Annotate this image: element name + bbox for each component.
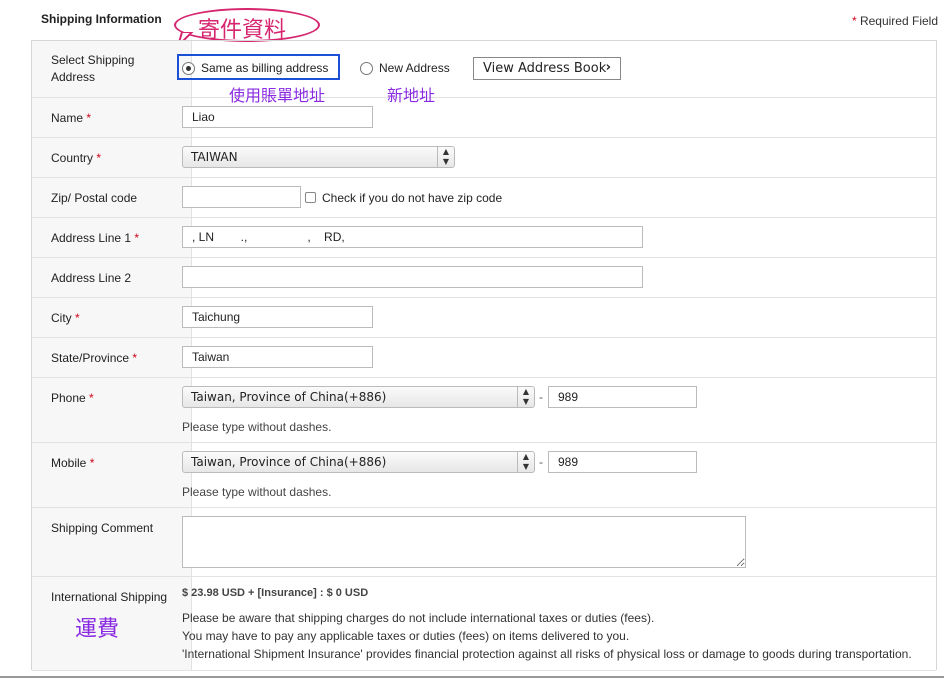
row-name: Name *: [32, 98, 936, 138]
label-phone: Phone: [51, 391, 86, 405]
no-zip-checkbox[interactable]: [305, 192, 316, 203]
required-field-label: Required Field: [859, 14, 938, 28]
select-arrows-icon: ▲ ▼: [437, 147, 454, 167]
radio-dot: [186, 66, 191, 71]
no-zip-label[interactable]: Check if you do not have zip code: [322, 191, 502, 205]
required-star: *: [75, 311, 80, 325]
address-line2-input[interactable]: [182, 266, 643, 288]
name-input[interactable]: [182, 106, 373, 128]
mobile-input[interactable]: [548, 451, 697, 473]
mobile-country-code-value: Taiwan, Province of China(+886): [191, 455, 387, 469]
phone-dash: -: [539, 390, 543, 404]
section-title: Shipping Information: [41, 12, 162, 26]
row-intl-shipping: International Shipping 運費 $ 23.98 USD + …: [32, 577, 936, 671]
new-address-label[interactable]: New Address: [379, 61, 450, 75]
required-star: *: [96, 151, 102, 165]
label-address1: Address Line 1: [51, 231, 132, 245]
required-star: *: [89, 456, 95, 470]
view-address-book-button[interactable]: View Address Book ›: [473, 57, 621, 80]
required-star: *: [86, 111, 92, 125]
label-comment: Shipping Comment: [51, 521, 154, 535]
label-mobile: Mobile: [51, 456, 87, 470]
row-mobile: Mobile * Taiwan, Province of China(+886)…: [32, 443, 936, 508]
required-star: *: [851, 14, 857, 28]
shipping-comment-textarea[interactable]: [182, 516, 746, 568]
phone-country-code-value: Taiwan, Province of China(+886): [191, 390, 387, 404]
mobile-dash: -: [539, 455, 543, 469]
shipping-form: Select Shipping Address Same as billing …: [31, 40, 937, 671]
row-city: City *: [32, 298, 936, 338]
chevron-right-icon: ›: [605, 60, 611, 75]
same-as-billing-label[interactable]: Same as billing address: [201, 61, 328, 75]
required-field-note: * Required Field: [852, 14, 938, 28]
shipping-fee: $ 23.98 USD + [Insurance] : $ 0 USD: [182, 587, 369, 599]
label-address2: Address Line 2: [51, 271, 132, 285]
row-phone: Phone * Taiwan, Province of China(+886) …: [32, 378, 936, 443]
select-arrows-icon: ▲ ▼: [517, 387, 534, 407]
radio-same-as-billing[interactable]: [182, 62, 195, 75]
shipping-note-1: Please be aware that shipping charges do…: [182, 611, 655, 625]
row-select-address: Select Shipping Address Same as billing …: [32, 41, 936, 105]
mobile-hint: Please type without dashes.: [182, 485, 332, 499]
state-input[interactable]: [182, 346, 373, 368]
label-name: Name: [51, 111, 84, 125]
required-star: *: [134, 231, 140, 245]
required-star: *: [89, 391, 94, 405]
phone-input[interactable]: [548, 386, 697, 408]
row-state: State/Province *: [32, 338, 936, 378]
row-address1: Address Line 1 *: [32, 218, 936, 258]
label-city: City: [51, 311, 72, 325]
row-comment: Shipping Comment: [32, 508, 936, 577]
label-state: State/Province: [51, 351, 130, 365]
city-input[interactable]: [182, 306, 373, 328]
view-address-book-label: View Address Book: [483, 61, 607, 76]
mobile-country-code-select[interactable]: Taiwan, Province of China(+886) ▲ ▼: [182, 451, 535, 473]
label-country: Country: [51, 151, 94, 165]
label-select-address: Select Shipping Address: [51, 53, 135, 84]
row-address2: Address Line 2: [32, 258, 936, 298]
label-intl-shipping: International Shipping: [51, 590, 168, 604]
address-line1-input[interactable]: [182, 226, 643, 248]
shipping-note-2: You may have to pay any applicable taxes…: [182, 629, 630, 643]
country-select[interactable]: TAIWAN ▲ ▼: [182, 146, 455, 168]
annotation-shipping-fee: 運費: [75, 617, 120, 642]
phone-hint: Please type without dashes.: [182, 420, 332, 434]
radio-new-address[interactable]: [360, 62, 373, 75]
label-zip: Zip/ Postal code: [51, 191, 138, 205]
country-value: TAIWAN: [191, 150, 238, 164]
row-country: Country * TAIWAN ▲ ▼: [32, 138, 936, 178]
select-arrows-icon: ▲ ▼: [517, 452, 534, 472]
row-zip: Zip/ Postal code Check if you do not hav…: [32, 178, 936, 218]
shipping-note-3: 'International Shipment Insurance' provi…: [182, 647, 912, 661]
required-star: *: [132, 351, 138, 365]
zip-input[interactable]: [182, 186, 301, 208]
phone-country-code-select[interactable]: Taiwan, Province of China(+886) ▲ ▼: [182, 386, 535, 408]
bottom-divider: [0, 676, 944, 678]
